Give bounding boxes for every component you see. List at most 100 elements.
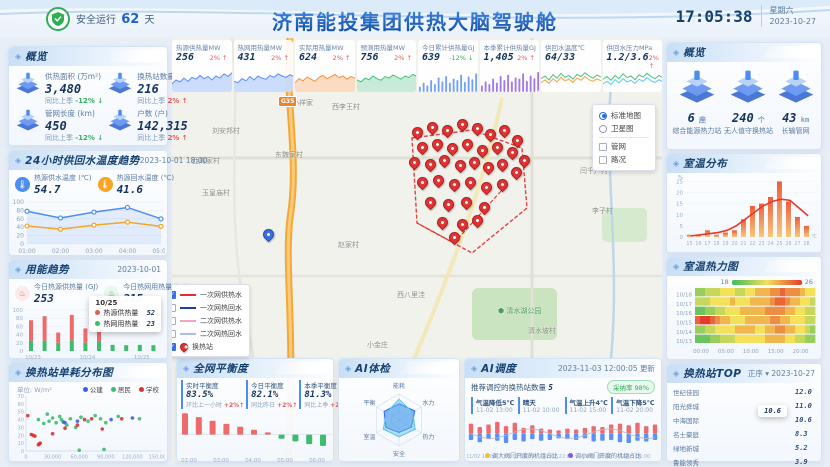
kpi-card[interactable]: 今日累计供热量GJ 639 -12% ↓ [418, 40, 478, 92]
adoption-badge: 采纳率 98% [607, 380, 655, 394]
device-3d-icon [677, 68, 717, 108]
kpi-card[interactable]: 热源供热量MW 256 2% ↑ [172, 40, 232, 92]
svg-text:10: 10 [676, 213, 683, 219]
checkbox-icon[interactable] [599, 143, 607, 151]
top-station-row[interactable]: 阳光舜城11.0 [667, 399, 821, 413]
overview-stat: 管网长度 (km) 450 同比上季 -12% ↓ [15, 108, 103, 143]
legend-open-valve: 调大阀门开度的机组占比 [485, 451, 558, 460]
scatter-chart[interactable]: 010203040506070030,00060,00090,000120,00… [11, 394, 165, 460]
svg-text:23: 23 [758, 241, 764, 247]
overview-stat: 6 座 综合能源热力站 [672, 68, 721, 136]
panel-title: 换热站单耗分布图 [25, 365, 113, 380]
weather-event-tag: 气温上升4℃11-02 15:00 [565, 397, 609, 414]
device-3d-icon [728, 68, 768, 108]
safe-run-days: 62 [121, 12, 139, 27]
device-3d-icon [15, 71, 41, 97]
page-title: 济南能投集团供热大脑驾驶舱 [272, 6, 558, 35]
place-label: 小金庄 [367, 340, 388, 350]
panel-title: AI调度 [481, 361, 516, 376]
panel-temp-trend: ◈24小时供回水温度趋势 2023-10-01 18:00 🌡 热源供水温度 (… [8, 150, 168, 256]
svg-text:10/16: 10/16 [676, 311, 692, 317]
weather-event-tag: 气温降低5℃11-02 13:00 [471, 397, 515, 414]
radio-off-icon[interactable] [599, 125, 607, 133]
kpi-card[interactable]: 热网用热量MW 431 2% ↑ [234, 40, 294, 92]
svg-text:90,000: 90,000 [97, 455, 115, 461]
layer-satellite-option[interactable]: 卫星图 [599, 122, 649, 135]
panel-ai-check: ◈AI体检 能耗水力热力安全室温平衡 [338, 358, 460, 462]
map-legend-item[interactable]: 一次网热回水 [172, 301, 244, 314]
legend-resident[interactable]: 居民 [111, 384, 131, 394]
temp-dist-chart[interactable]: 0510152025%1516171819202122232425262728℃ [669, 173, 819, 247]
kpi-card[interactable]: 实际用热量MW 624 2% ↑ [295, 40, 355, 92]
svg-text:室温: 室温 [364, 433, 376, 441]
map-legend-item[interactable]: 二次网热回水 [172, 327, 244, 340]
sort-select[interactable]: 正序 ▾ [748, 369, 769, 378]
top-station-row[interactable]: 名士豪庭8.3 [667, 427, 821, 441]
svg-text:00:00: 00:00 [693, 349, 709, 354]
panel-overview-right: ◈概览 6 座 综合能源热力站 240 个 无人值守换热站 43 km 长输管网 [666, 42, 822, 150]
overview-stat: 户数 (户) 142,315 同比上季 2% ↑ [107, 108, 190, 143]
map-legend-item[interactable]: 二次网供热水 [172, 314, 244, 327]
panel-overview-left: ◈概览 供热面积 (万m²) 3,480 同比上季 -12% ↓ 换热站数量 (… [8, 46, 168, 146]
svg-text:02:00: 02:00 [181, 458, 197, 463]
radio-on-icon[interactable] [599, 112, 607, 120]
svg-text:热力: 热力 [422, 433, 434, 441]
svg-text:10:00: 10:00 [743, 349, 759, 354]
layer-standard-option[interactable]: 标准地图 [599, 109, 649, 122]
map-layer-control[interactable]: 标准地图 卫星图 管网 路况 [592, 104, 656, 171]
heat-scale: 1826 [667, 276, 821, 286]
svg-text:24: 24 [767, 241, 773, 247]
map-legend[interactable]: 一次网供热水一次网热回水二次网供热水二次网热回水换热站 [172, 284, 250, 357]
top-station-row[interactable]: 世纪佳园12.0 [667, 385, 821, 399]
balance-stat: 实时平衡度83.5% 环比上一小时 +2%↑ [181, 380, 244, 409]
heatmap-chart[interactable]: 10/1810/1710/1610/1510/1410/1300:0005:00… [669, 286, 819, 354]
opt-traffic-option[interactable]: 路况 [599, 153, 649, 166]
kpi-card[interactable]: 供回水温度℃ 64/33 [541, 40, 601, 92]
kpi-card[interactable]: 本季累计供热量GJ 1,405 2% ↑ [480, 40, 540, 92]
checkbox-icon[interactable] [599, 156, 607, 164]
svg-text:20: 20 [18, 433, 24, 439]
balance-stat: 今日平衡度82.1% 同比昨日 +2%↑ [246, 380, 297, 409]
place-label: 西李王村 [332, 102, 360, 112]
kpi-card[interactable]: 预测用热量MW 756 2% ↑ [357, 40, 417, 92]
panel-balance: ◈全网平衡度 实时平衡度83.5% 环比上一小时 +2%↑今日平衡度82.1% … [176, 358, 334, 462]
opt-pipes-label: 管网 [611, 141, 626, 152]
svg-text:21: 21 [740, 241, 746, 247]
svg-text:50: 50 [18, 410, 24, 416]
energy-trend-chart[interactable]: 10/25 热源供热量 52 热网用热量 23 02040608010010/2… [11, 308, 165, 360]
kpi-card[interactable]: 供回水压力MPa 1.2/3.6 2% ↑ [603, 40, 663, 92]
svg-text:%: % [678, 175, 683, 181]
svg-text:16: 16 [695, 241, 701, 247]
temp-trend-chart[interactable]: 02040608010001:0002:0003:0004:0005:00 [11, 199, 165, 255]
source-heat-stat: ♨ 今日热源供热量 (GJ)253 [15, 282, 98, 305]
map-legend-item[interactable]: 一次网供热水 [172, 288, 244, 301]
legend-public[interactable]: 公建 [83, 384, 103, 394]
energy-tooltip: 10/25 热源供热量 52 热网用热量 23 [89, 296, 161, 332]
opt-pipes-option[interactable]: 管网 [599, 140, 649, 153]
svg-text:0: 0 [680, 235, 684, 241]
device-3d-icon [776, 68, 816, 108]
svg-text:26: 26 [785, 241, 791, 247]
radar-chart[interactable]: 能耗水力热力安全室温平衡 [339, 378, 459, 458]
legend-school[interactable]: 学校 [139, 384, 159, 394]
dispatch-note: 推荐调控的换热站数量 5 [471, 382, 553, 393]
top-stations-chart[interactable]: 10.6 世纪佳园12.0阳光舜城11.0中海国际10.6名士豪庭8.3绿地新城… [667, 383, 821, 467]
top-station-row[interactable]: 绿地新城5.2 [667, 441, 821, 455]
panel-title: 室温热力图 [683, 259, 738, 274]
weather-event-tag: 气温下降5℃11-02 20:00 [611, 397, 655, 414]
panel-title: 用能趋势 [25, 262, 69, 277]
svg-text:15: 15 [686, 241, 692, 247]
svg-text:安全: 安全 [393, 450, 405, 458]
svg-text:60: 60 [16, 324, 23, 330]
safe-run-unit: 天 [144, 15, 154, 26]
map-legend-item[interactable]: 换热站 [172, 340, 244, 353]
top-tooltip: 10.6 [758, 405, 787, 417]
date-select[interactable]: 2023-10-27 [771, 369, 815, 378]
panel-title: 全网平衡度 [193, 361, 248, 376]
top-station-row[interactable]: 鲁能领秀3.9 [667, 455, 821, 467]
svg-text:28: 28 [803, 241, 809, 247]
svg-text:18: 18 [713, 241, 719, 247]
svg-text:27: 27 [794, 241, 800, 247]
top-station-row[interactable]: 中海国际10.6 [667, 413, 821, 427]
balance-chart[interactable]: 02:0003:0004:0005:0006:00 [179, 411, 331, 463]
